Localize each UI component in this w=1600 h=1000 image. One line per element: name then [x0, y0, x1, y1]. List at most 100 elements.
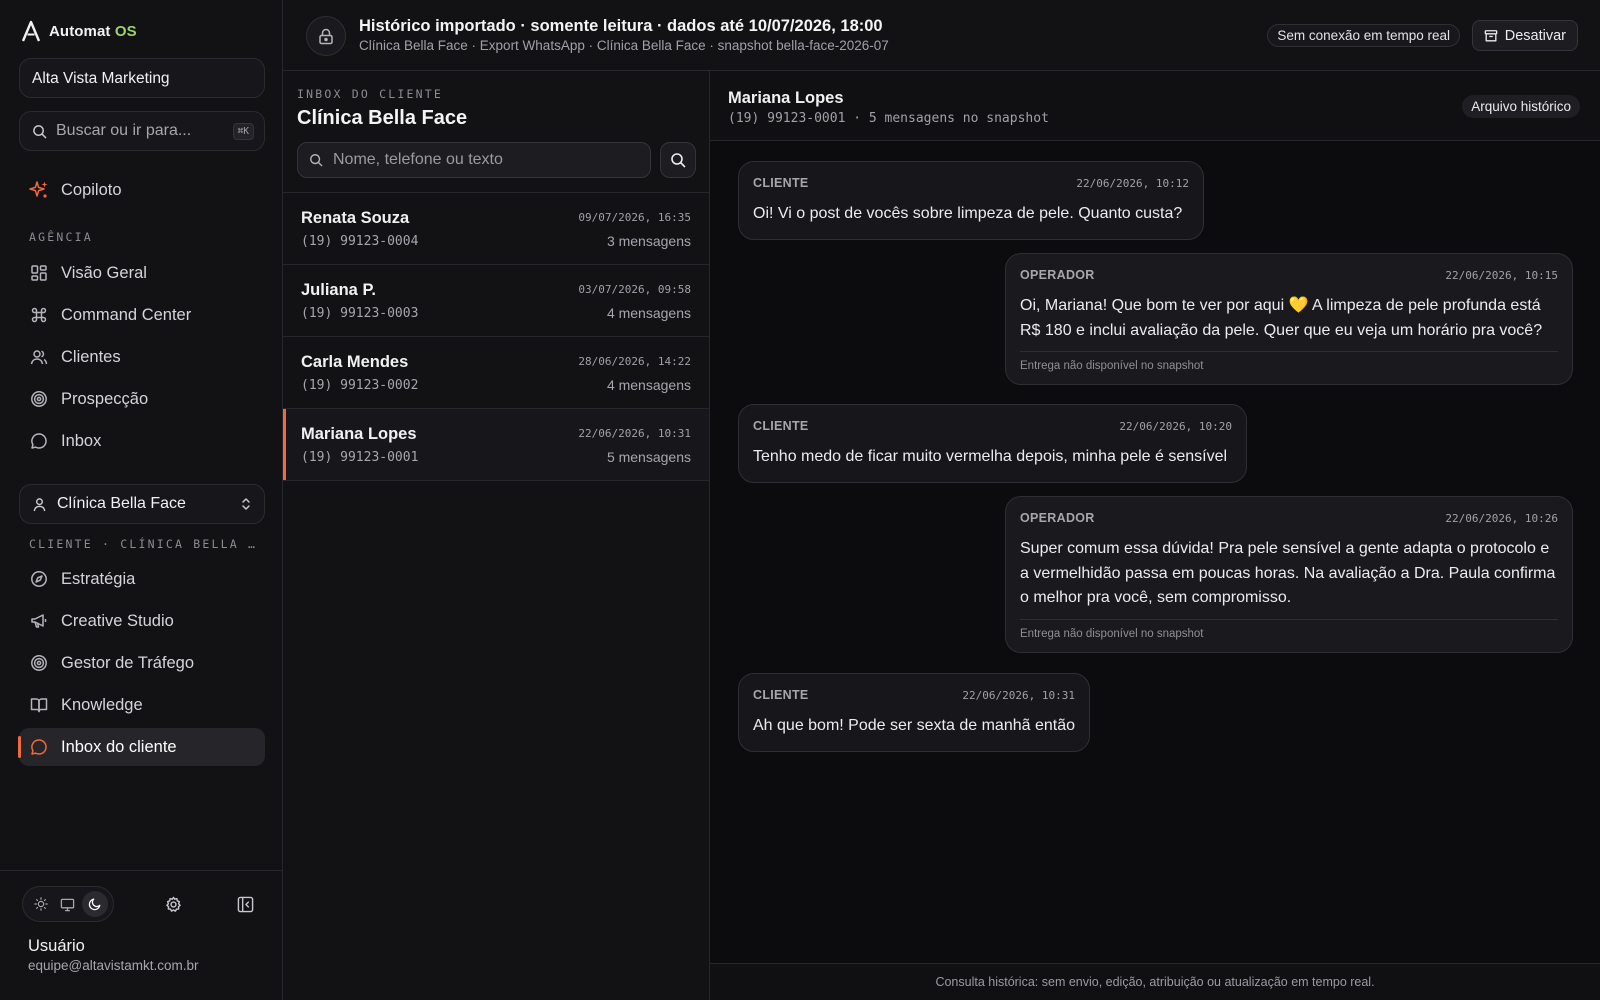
conversation-date: 22/06/2026, 10:31 — [578, 427, 691, 440]
page-title: Histórico importado · somente leitura · … — [359, 17, 883, 35]
top-bar: Histórico importado · somente leitura · … — [283, 0, 1600, 71]
monitor-icon[interactable] — [55, 891, 81, 917]
sidebar-item-clients[interactable]: Clientes — [19, 338, 265, 376]
sidebar-item-label: Estratégia — [61, 569, 136, 588]
user-name: Usuário — [28, 937, 85, 955]
sidebar-item-inbox[interactable]: Inbox — [19, 422, 265, 460]
message-time: 22/06/2026, 10:20 — [1119, 419, 1232, 433]
connection-status-badge: Sem conexão em tempo real — [1267, 24, 1460, 47]
sidebar-item-label: Prospecção — [61, 389, 149, 408]
sidebar-item-label: Copiloto — [61, 180, 122, 199]
client-selector-label: Clínica Bella Face — [57, 495, 186, 512]
gear-icon — [165, 896, 182, 913]
read-only-footer-notice: Consulta histórica: sem envio, edição, a… — [710, 963, 1600, 1000]
lock-icon — [318, 28, 334, 45]
message-time: 22/06/2026, 10:15 — [1445, 268, 1558, 282]
logo-name: Automat — [49, 22, 111, 40]
sidebar-item-label: Visão Geral — [61, 263, 147, 282]
conversation-item[interactable]: Juliana P. (19) 99123-0003 03/07/2026, 0… — [283, 265, 709, 337]
conversation-search-input[interactable]: Nome, telefone ou texto — [297, 142, 651, 178]
collapse-sidebar-button[interactable] — [230, 889, 260, 919]
page-subtitle: Clínica Bella Face · Export WhatsApp · C… — [359, 38, 889, 53]
sidebar-item-prospecting[interactable]: Prospecção — [19, 380, 265, 418]
message-text: Ah que bom! Pode ser sexta de manhã entã… — [753, 717, 1075, 734]
message-text: Tenho medo de ficar muito vermelha depoi… — [753, 448, 1228, 465]
search-icon — [670, 152, 686, 168]
sidebar-item-traffic-manager[interactable]: Gestor de Tráfego — [19, 644, 265, 682]
user-email: equipe@altavistamkt.com.br — [28, 958, 199, 973]
sidebar-item-command-center[interactable]: Command Center — [19, 296, 265, 334]
grid-icon — [29, 263, 49, 283]
megaphone-icon — [29, 611, 49, 631]
compass-icon — [29, 569, 49, 589]
sidebar-item-copilot[interactable]: Copiloto — [19, 171, 265, 209]
settings-button[interactable] — [158, 889, 188, 919]
conversation-name: Mariana Lopes — [301, 425, 417, 443]
chat-bubble-icon — [29, 431, 49, 451]
client-selector[interactable]: Clínica Bella Face — [19, 484, 265, 524]
conversation-item-selected[interactable]: Mariana Lopes (19) 99123-0001 22/06/2026… — [283, 409, 709, 481]
agency-switcher[interactable]: Alta Vista Marketing — [19, 58, 265, 98]
sidebar-item-overview[interactable]: Visão Geral — [19, 254, 265, 292]
conversation-search-placeholder: Nome, telefone ou texto — [333, 151, 503, 168]
sidebar-item-client-inbox[interactable]: Inbox do cliente — [18, 728, 265, 766]
conversation-search-button[interactable] — [660, 142, 696, 178]
message-time: 22/06/2026, 10:31 — [962, 688, 1075, 702]
message-text: Oi, Mariana! Que bom te ver por aqui 💛 A… — [1020, 297, 1543, 339]
sun-icon[interactable] — [28, 891, 54, 917]
chat-contact-subtitle: (19) 99123-0001 · 5 mensagens no snapsho… — [728, 111, 1049, 126]
sidebar-footer: Usuário equipe@altavistamkt.com.br — [0, 870, 282, 1000]
users-icon — [29, 347, 49, 367]
read-only-lock — [306, 16, 346, 56]
archive-icon — [1484, 29, 1498, 43]
logo-text: Automat OS — [49, 23, 137, 40]
conversation-phone: (19) 99123-0004 — [301, 234, 419, 249]
sparkle-icon — [29, 180, 49, 200]
logo[interactable]: Automat OS — [21, 20, 137, 42]
message-operator: OPERADOR 22/06/2026, 10:15 Oi, Mariana! Q… — [1005, 253, 1573, 385]
message-client: CLIENTE 22/06/2026, 10:12 Oi! Vi o post d… — [738, 161, 1204, 240]
sidebar-item-label: Gestor de Tráfego — [61, 653, 194, 672]
message-time: 22/06/2026, 10:26 — [1445, 511, 1558, 525]
conversation-name: Juliana P. — [301, 281, 376, 299]
target-icon — [29, 389, 49, 409]
conversation-name: Renata Souza — [301, 209, 410, 227]
message-sender: CLIENTE — [753, 688, 809, 702]
moon-icon[interactable] — [82, 891, 109, 917]
logo-icon — [21, 20, 41, 42]
global-search[interactable]: Buscar ou ir para... ⌘K — [19, 111, 265, 151]
sidebar-item-label: Inbox — [61, 431, 102, 450]
book-icon — [29, 695, 49, 715]
conversation-count: 4 mensagens — [606, 305, 691, 321]
message-sender: OPERADOR — [1020, 511, 1095, 525]
conversation-date: 03/07/2026, 09:58 — [578, 283, 691, 296]
message-client: CLIENTE 22/06/2026, 10:31 Ah que bom! Pod… — [738, 673, 1090, 752]
sidebar-item-strategy[interactable]: Estratégia — [19, 560, 265, 598]
sidebar-item-label: Inbox do cliente — [61, 737, 177, 756]
chat-pane: Mariana Lopes (19) 99123-0001 · 5 mensag… — [710, 71, 1600, 1000]
global-search-placeholder: Buscar ou ir para... — [56, 122, 192, 139]
conversation-name: Carla Mendes — [301, 353, 409, 371]
sidebar-collapse-icon — [237, 896, 254, 913]
deactivate-button[interactable]: Desativar — [1471, 20, 1578, 51]
conversation-count: 3 mensagens — [606, 233, 691, 249]
chat-contact-name: Mariana Lopes — [728, 89, 844, 107]
conversation-date: 09/07/2026, 16:35 — [578, 211, 691, 224]
inbox-eyebrow: INBOX DO CLIENTE — [297, 87, 443, 101]
sidebar-item-creative-studio[interactable]: Creative Studio — [19, 602, 265, 640]
app-root: Automat OS Alta Vista Marketing Buscar o… — [0, 0, 1600, 1000]
main-area: Histórico importado · somente leitura · … — [283, 0, 1600, 1000]
content-area: INBOX DO CLIENTE Clínica Bella Face Nome… — [283, 71, 1600, 1000]
conversation-phone: (19) 99123-0001 — [301, 450, 419, 465]
conversation-item[interactable]: Carla Mendes (19) 99123-0002 28/06/2026,… — [283, 337, 709, 409]
message-delivery-status: Entrega não disponível no snapshot — [1020, 351, 1558, 372]
theme-switcher[interactable] — [22, 886, 114, 922]
conversation-item[interactable]: Renata Souza (19) 99123-0004 09/07/2026,… — [283, 193, 709, 265]
user-icon — [32, 497, 47, 512]
conversation-list-pane: INBOX DO CLIENTE Clínica Bella Face Nome… — [283, 71, 710, 1000]
sidebar-item-knowledge[interactable]: Knowledge — [19, 686, 265, 724]
sidebar: Automat OS Alta Vista Marketing Buscar o… — [0, 0, 283, 1000]
conversation-date: 28/06/2026, 14:22 — [578, 355, 691, 368]
chat-header: Mariana Lopes (19) 99123-0001 · 5 mensag… — [710, 71, 1600, 141]
sidebar-item-label: Knowledge — [61, 695, 143, 714]
